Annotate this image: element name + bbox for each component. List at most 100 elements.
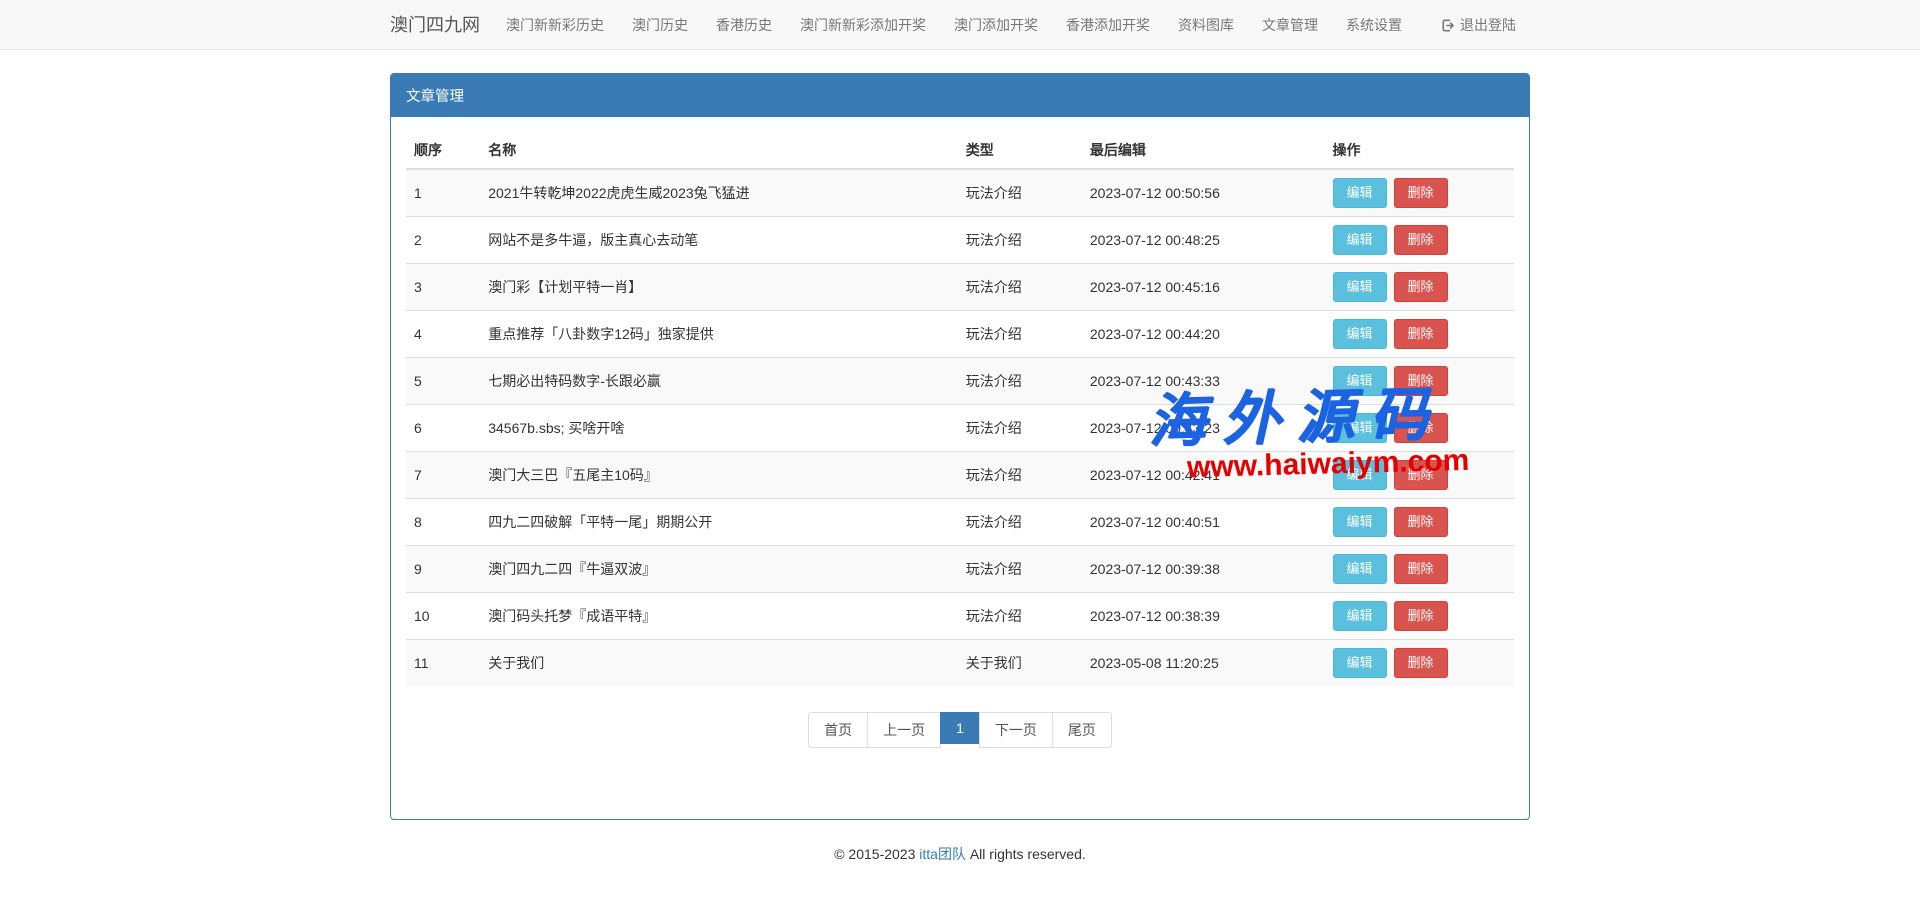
table-row: 9澳门四九二四『牛逼双波』玩法介绍2023-07-12 00:39:38编辑删除 xyxy=(406,546,1514,593)
edit-button[interactable]: 编辑 xyxy=(1333,460,1387,490)
type-cell: 关于我们 xyxy=(958,640,1082,687)
edit-button[interactable]: 编辑 xyxy=(1333,554,1387,584)
edit-button[interactable]: 编辑 xyxy=(1333,178,1387,208)
nav-item-label: 退出登陆 xyxy=(1460,0,1516,50)
nav-item-7[interactable]: 资料图库 xyxy=(1164,0,1248,50)
edit-button[interactable]: 编辑 xyxy=(1333,507,1387,537)
delete-button[interactable]: 删除 xyxy=(1394,272,1448,302)
nav-item-label: 文章管理 xyxy=(1262,0,1318,50)
brand[interactable]: 澳门四九网 xyxy=(390,0,492,50)
delete-button[interactable]: 删除 xyxy=(1394,319,1448,349)
main-container: 文章管理 顺序名称类型最后编辑操作 12021牛转乾坤2022虎虎生威2023兔… xyxy=(390,73,1530,864)
nav-item-3[interactable]: 香港历史 xyxy=(702,0,786,50)
edit-button[interactable]: 编辑 xyxy=(1333,601,1387,631)
delete-button[interactable]: 删除 xyxy=(1394,601,1448,631)
order-cell: 8 xyxy=(406,499,480,546)
nav-item-5[interactable]: 澳门添加开奖 xyxy=(940,0,1052,50)
top-navbar: 澳门四九网 澳门新新彩历史澳门历史香港历史澳门新新彩添加开奖澳门添加开奖香港添加… xyxy=(0,0,1920,50)
panel-title: 文章管理 xyxy=(391,74,1529,117)
nav-item-1[interactable]: 澳门新新彩历史 xyxy=(492,0,618,50)
actions-cell: 编辑删除 xyxy=(1325,640,1514,687)
page-item[interactable]: 上一页 xyxy=(867,712,941,748)
table-row: 634567b.sbs; 买啥开啥玩法介绍2023-07-12 00:43:23… xyxy=(406,405,1514,452)
nav-item-label: 澳门添加开奖 xyxy=(954,0,1038,50)
name-cell: 重点推荐「八卦数字12码」独家提供 xyxy=(480,311,958,358)
footer: © 2015-2023 itta团队 All rights reserved. xyxy=(390,844,1530,864)
column-header: 操作 xyxy=(1325,132,1514,169)
footer-team-link[interactable]: itta团队 xyxy=(919,846,966,862)
nav-item-label: 系统设置 xyxy=(1346,0,1402,50)
delete-button[interactable]: 删除 xyxy=(1394,178,1448,208)
delete-button[interactable]: 删除 xyxy=(1394,507,1448,537)
actions-cell: 编辑删除 xyxy=(1325,452,1514,499)
column-header: 名称 xyxy=(480,132,958,169)
edit-button[interactable]: 编辑 xyxy=(1333,319,1387,349)
name-cell: 澳门大三巴『五尾主10码』 xyxy=(480,452,958,499)
logout-icon xyxy=(1440,18,1455,33)
edited-cell: 2023-07-12 00:44:20 xyxy=(1082,311,1325,358)
nav-item-8[interactable]: 文章管理 xyxy=(1248,0,1332,50)
delete-button[interactable]: 删除 xyxy=(1394,366,1448,396)
edited-cell: 2023-07-12 00:38:39 xyxy=(1082,593,1325,640)
delete-button[interactable]: 删除 xyxy=(1394,648,1448,678)
footer-suffix: All rights reserved. xyxy=(966,846,1086,862)
name-cell: 澳门四九二四『牛逼双波』 xyxy=(480,546,958,593)
order-cell: 10 xyxy=(406,593,480,640)
table-row: 7澳门大三巴『五尾主10码』玩法介绍2023-07-12 00:42:41编辑删… xyxy=(406,452,1514,499)
actions-cell: 编辑删除 xyxy=(1325,169,1514,217)
edit-button[interactable]: 编辑 xyxy=(1333,225,1387,255)
edit-button[interactable]: 编辑 xyxy=(1333,366,1387,396)
delete-button[interactable]: 删除 xyxy=(1394,413,1448,443)
edit-button[interactable]: 编辑 xyxy=(1333,272,1387,302)
table-row: 3澳门彩【计划平特一肖】玩法介绍2023-07-12 00:45:16编辑删除 xyxy=(406,264,1514,311)
edited-cell: 2023-07-12 00:39:38 xyxy=(1082,546,1325,593)
page-item[interactable]: 下一页 xyxy=(979,712,1053,748)
page-item[interactable]: 首页 xyxy=(808,712,868,748)
page-item-current[interactable]: 1 xyxy=(940,712,980,744)
edited-cell: 2023-07-12 00:50:56 xyxy=(1082,169,1325,217)
table-row: 11关于我们关于我们2023-05-08 11:20:25编辑删除 xyxy=(406,640,1514,687)
order-cell: 3 xyxy=(406,264,480,311)
nav-item-label: 澳门历史 xyxy=(632,0,688,50)
nav-item-2[interactable]: 澳门历史 xyxy=(618,0,702,50)
edit-button[interactable]: 编辑 xyxy=(1333,413,1387,443)
pagination-wrap: 首页上一页1下一页尾页 xyxy=(406,712,1514,748)
nav-item-4[interactable]: 澳门新新彩添加开奖 xyxy=(786,0,940,50)
pagination: 首页上一页1下一页尾页 xyxy=(808,712,1112,748)
table-header-row: 顺序名称类型最后编辑操作 xyxy=(406,132,1514,169)
nav-item-10[interactable]: 退出登陆 xyxy=(1426,0,1530,50)
edited-cell: 2023-07-12 00:40:51 xyxy=(1082,499,1325,546)
order-cell: 5 xyxy=(406,358,480,405)
type-cell: 玩法介绍 xyxy=(958,217,1082,264)
nav-item-label: 香港添加开奖 xyxy=(1066,0,1150,50)
delete-button[interactable]: 删除 xyxy=(1394,460,1448,490)
actions-cell: 编辑删除 xyxy=(1325,499,1514,546)
type-cell: 玩法介绍 xyxy=(958,358,1082,405)
table-row: 2网站不是多牛逼，版主真心去动笔玩法介绍2023-07-12 00:48:25编… xyxy=(406,217,1514,264)
page-item[interactable]: 尾页 xyxy=(1052,712,1112,748)
order-cell: 2 xyxy=(406,217,480,264)
type-cell: 玩法介绍 xyxy=(958,264,1082,311)
table-row: 5七期必出特码数字-长跟必赢玩法介绍2023-07-12 00:43:33编辑删… xyxy=(406,358,1514,405)
articles-table: 顺序名称类型最后编辑操作 12021牛转乾坤2022虎虎生威2023兔飞猛进玩法… xyxy=(406,132,1514,686)
nav-item-9[interactable]: 系统设置 xyxy=(1332,0,1416,50)
type-cell: 玩法介绍 xyxy=(958,499,1082,546)
order-cell: 11 xyxy=(406,640,480,687)
table-row: 12021牛转乾坤2022虎虎生威2023兔飞猛进玩法介绍2023-07-12 … xyxy=(406,169,1514,217)
delete-button[interactable]: 删除 xyxy=(1394,554,1448,584)
column-header: 最后编辑 xyxy=(1082,132,1325,169)
table-row: 4重点推荐「八卦数字12码」独家提供玩法介绍2023-07-12 00:44:2… xyxy=(406,311,1514,358)
order-cell: 6 xyxy=(406,405,480,452)
actions-cell: 编辑删除 xyxy=(1325,311,1514,358)
column-header: 顺序 xyxy=(406,132,480,169)
edited-cell: 2023-05-08 11:20:25 xyxy=(1082,640,1325,687)
nav-item-label: 香港历史 xyxy=(716,0,772,50)
name-cell: 澳门码头托梦『成语平特』 xyxy=(480,593,958,640)
nav-item-6[interactable]: 香港添加开奖 xyxy=(1052,0,1164,50)
delete-button[interactable]: 删除 xyxy=(1394,225,1448,255)
name-cell: 四九二四破解「平特一尾」期期公开 xyxy=(480,499,958,546)
edited-cell: 2023-07-12 00:45:16 xyxy=(1082,264,1325,311)
edit-button[interactable]: 编辑 xyxy=(1333,648,1387,678)
name-cell: 七期必出特码数字-长跟必赢 xyxy=(480,358,958,405)
order-cell: 1 xyxy=(406,169,480,217)
